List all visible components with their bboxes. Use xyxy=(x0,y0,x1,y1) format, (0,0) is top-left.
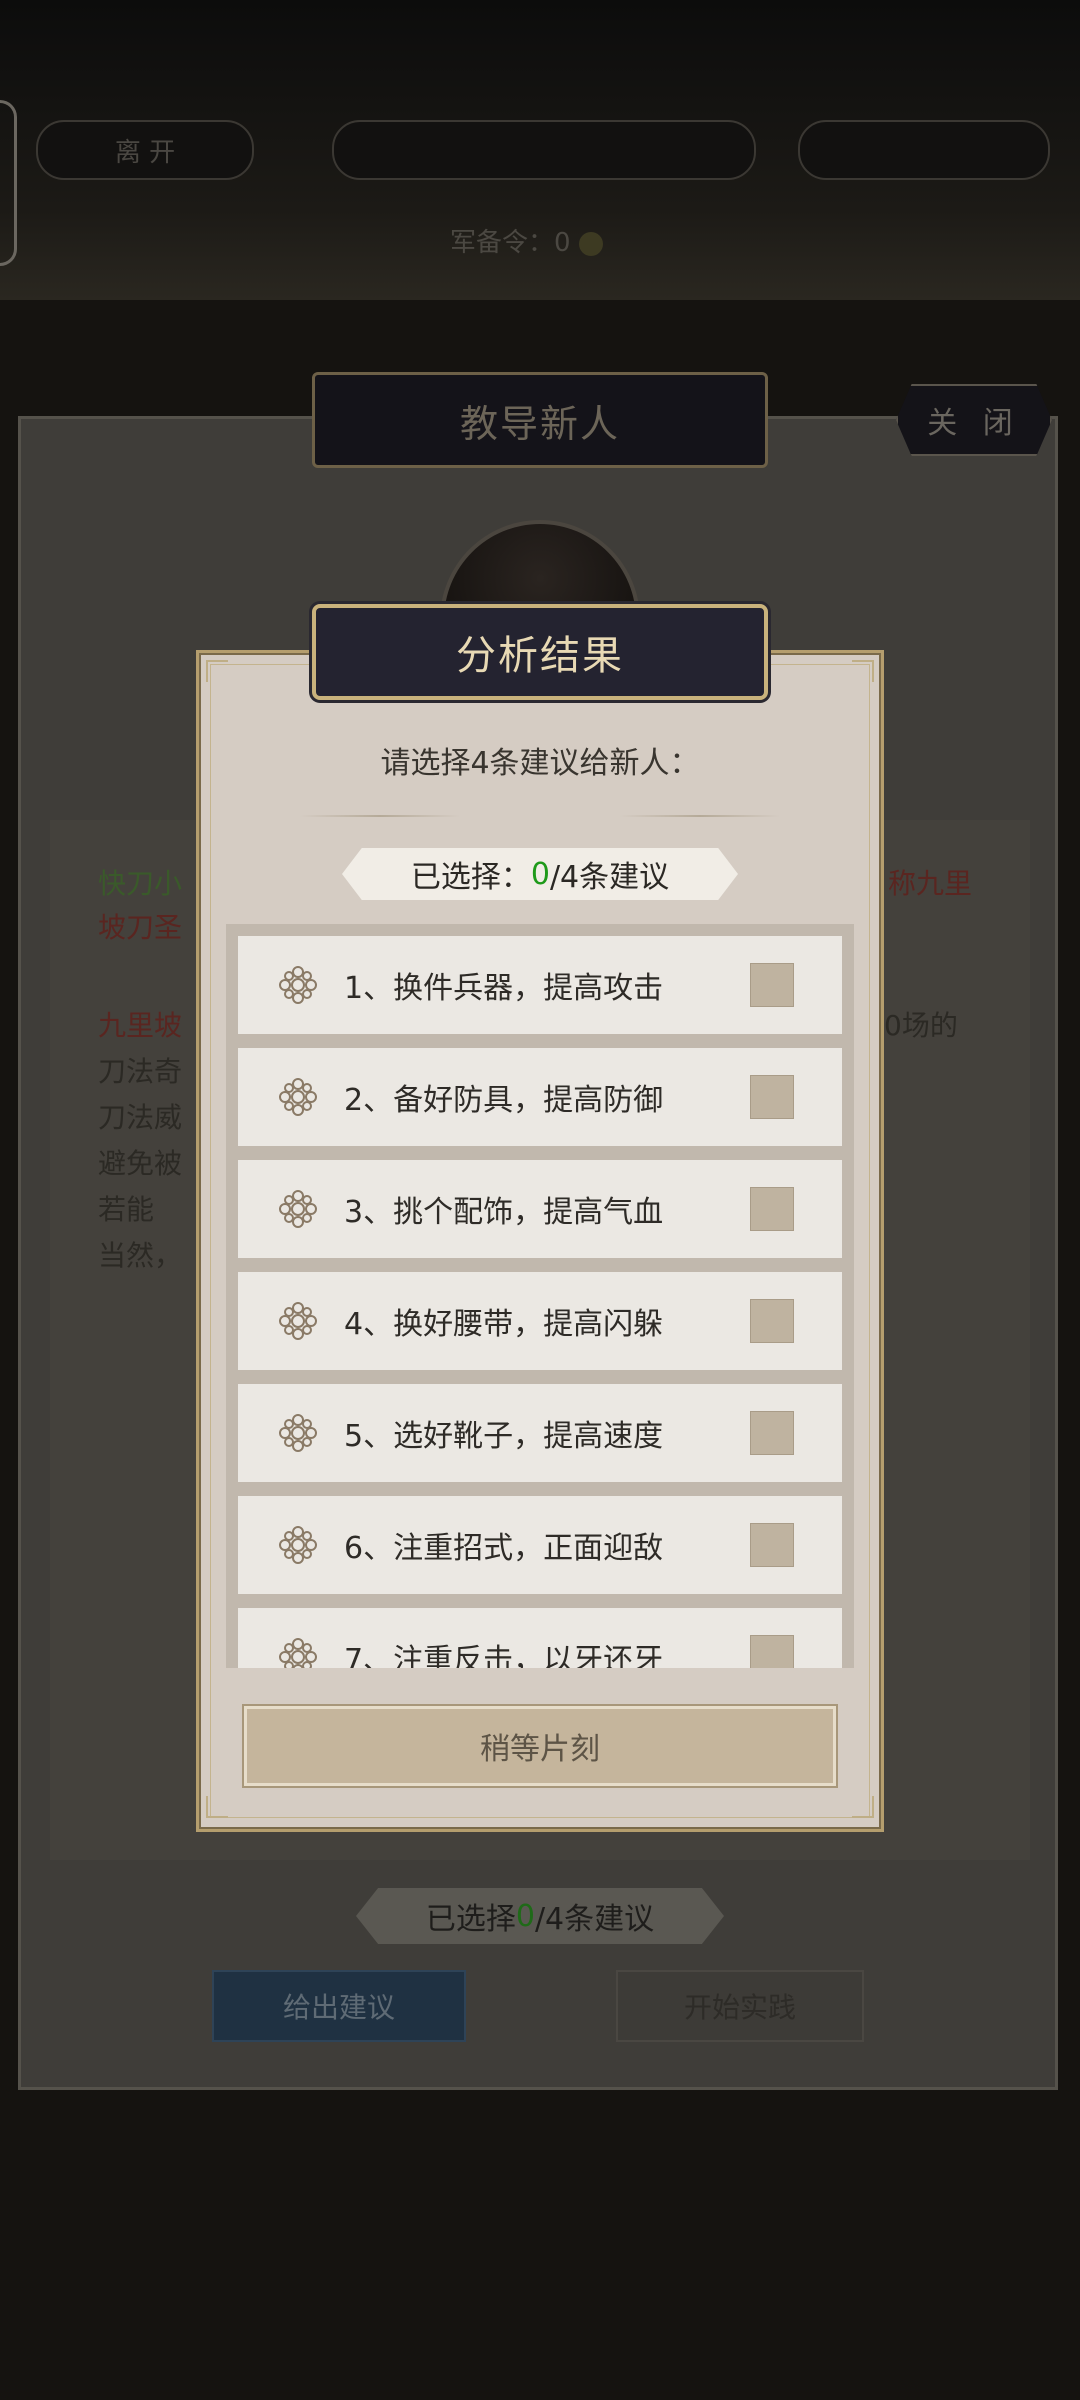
flower-ornament-icon xyxy=(279,1190,317,1228)
modal-title: 分析结果 xyxy=(312,604,768,700)
selected-prefix: 已选择： xyxy=(410,860,531,895)
advice-item-label: 4、换好腰带，提高闪躲 xyxy=(344,1307,664,1342)
wait-button[interactable]: 稍等片刻 xyxy=(242,1704,838,1788)
advice-item-2[interactable]: 2、备好防具，提高防御 xyxy=(238,1048,842,1146)
leave-button[interactable]: 离 开 xyxy=(36,120,254,180)
advice-checkbox[interactable] xyxy=(750,1299,794,1343)
advice-item-label: 5、选好靴子，提高速度 xyxy=(344,1419,664,1454)
flower-ornament-icon xyxy=(279,1078,317,1116)
panel-title: 教导新人 xyxy=(312,372,768,468)
top-right-button[interactable] xyxy=(798,120,1050,180)
bg-selected-prefix: 已选择 xyxy=(425,1902,516,1937)
bg-text-7-left: 若能 xyxy=(98,1193,155,1226)
bg-selected-count: 0 xyxy=(515,1898,535,1934)
bg-text-4-left: 刀法奇 xyxy=(98,1055,183,1088)
bg-text-5-left: 刀法威 xyxy=(98,1101,183,1134)
divider-ornament-right xyxy=(620,815,780,817)
flower-ornament-icon xyxy=(279,1638,317,1668)
selected-count: 0 xyxy=(530,856,550,892)
advice-item-3[interactable]: 3、挑个配饰，提高气血 xyxy=(238,1160,842,1258)
bg-text-6-left: 避免被 xyxy=(98,1147,183,1180)
advice-item-1[interactable]: 1、换件兵器，提高攻击 xyxy=(238,936,842,1034)
selected-counter: 已选择： 0/4条建议 xyxy=(342,848,738,900)
side-tab[interactable] xyxy=(0,100,17,266)
flower-ornament-icon xyxy=(279,1414,317,1452)
bg-text-1-right: 称九里 xyxy=(888,867,973,900)
top-middle-button[interactable] xyxy=(332,120,756,180)
bg-text-2-left: 坡刀圣 xyxy=(98,911,183,944)
advice-item-label: 1、换件兵器，提高攻击 xyxy=(344,971,664,1006)
corner-ornament-icon xyxy=(206,1796,228,1818)
advice-item-6[interactable]: 6、注重招式，正面迎敌 xyxy=(238,1496,842,1594)
advice-checkbox[interactable] xyxy=(750,1411,794,1455)
advice-item-label: 6、注重招式，正面迎敌 xyxy=(344,1531,664,1566)
reserve-label: 军备令：0 xyxy=(450,228,571,258)
selected-suffix: /4条建议 xyxy=(549,860,670,895)
bg-selected-counter: 已选择 0/4条建议 xyxy=(356,1888,724,1944)
advice-item-label: 3、挑个配饰，提高气血 xyxy=(344,1195,664,1230)
advice-checkbox[interactable] xyxy=(750,1523,794,1567)
reserve-counter: 军备令：0 xyxy=(450,222,603,259)
modal-prompt: 请选择4条建议给新人： xyxy=(380,746,700,781)
start-practice-button[interactable]: 开始实践 xyxy=(616,1970,864,2042)
advice-item-label: 7、注重反击，以牙还牙 xyxy=(344,1643,664,1668)
bg-text-8-left: 当然， xyxy=(98,1239,183,1272)
close-button[interactable]: 关 闭 xyxy=(896,384,1052,456)
advice-checkbox[interactable] xyxy=(750,1635,794,1668)
flower-ornament-icon xyxy=(279,1526,317,1564)
advice-checkbox[interactable] xyxy=(750,1187,794,1231)
flower-ornament-icon xyxy=(279,1302,317,1340)
divider-ornament-left xyxy=(300,815,460,817)
advice-item-5[interactable]: 5、选好靴子，提高速度 xyxy=(238,1384,842,1482)
bg-text-3-right: 0场的 xyxy=(884,1009,958,1042)
advice-item-label: 2、备好防具，提高防御 xyxy=(344,1083,664,1118)
corner-ornament-icon xyxy=(206,660,228,682)
token-icon xyxy=(578,231,603,256)
advice-checkbox[interactable] xyxy=(750,1075,794,1119)
advice-list[interactable]: 1、换件兵器，提高攻击 2、备好防具，提高防御 3、挑个配饰，提高气血 4、换好… xyxy=(226,924,854,1668)
bg-text-1-left: 快刀小 xyxy=(98,867,183,900)
bg-selected-suffix: /4条建议 xyxy=(534,1902,655,1937)
give-advice-button[interactable]: 给出建议 xyxy=(212,1970,466,2042)
corner-ornament-icon xyxy=(852,1796,874,1818)
flower-ornament-icon xyxy=(279,966,317,1004)
advice-checkbox[interactable] xyxy=(750,963,794,1007)
corner-ornament-icon xyxy=(852,660,874,682)
advice-item-7[interactable]: 7、注重反击，以牙还牙 xyxy=(238,1608,842,1668)
bg-text-3-left: 九里坡 xyxy=(98,1009,183,1042)
advice-item-4[interactable]: 4、换好腰带，提高闪躲 xyxy=(238,1272,842,1370)
